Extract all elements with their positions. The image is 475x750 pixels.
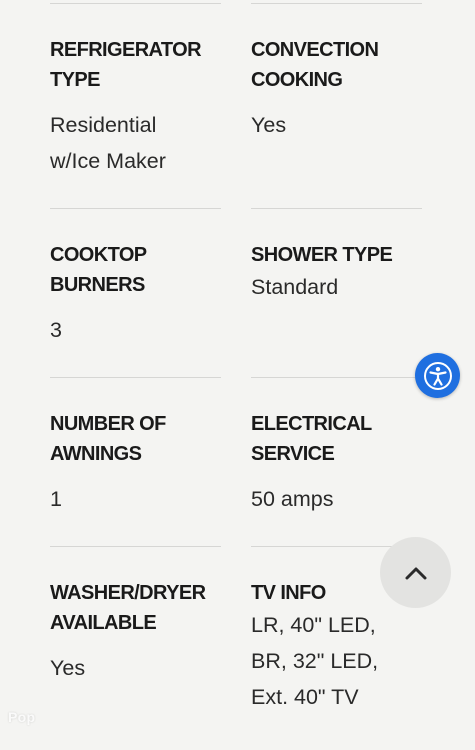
spec-label: CONVECTION COOKING	[251, 39, 379, 91]
spec-shower-type: SHOWER TYPE Standard	[251, 240, 436, 305]
scroll-to-top-button[interactable]	[380, 537, 451, 608]
spec-label: NUMBER OF AWNINGS	[50, 413, 166, 465]
spec-number-of-awnings: NUMBER OF AWNINGS 1	[50, 409, 235, 517]
spec-convection-cooking: CONVECTION COOKING Yes	[251, 35, 436, 143]
spec-value: LR, 40" LED, BR, 32" LED, Ext. 40" TV	[251, 613, 379, 709]
spec-value: Standard	[251, 275, 339, 299]
spec-label: ELECTRICAL SERVICE	[251, 413, 372, 465]
spec-value: Yes	[251, 113, 287, 137]
row-divider	[50, 3, 221, 4]
spec-label: SHOWER TYPE	[251, 244, 393, 266]
row-divider	[251, 377, 422, 378]
row-divider	[251, 3, 422, 4]
spec-value: Yes	[50, 656, 86, 680]
spec-label: COOKTOP BURNERS	[50, 244, 147, 296]
spec-value: Residential w/Ice Maker	[50, 113, 166, 173]
spec-washer-dryer-available: WASHER/DRYER AVAILABLE Yes	[50, 578, 235, 686]
spec-electrical-service: ELECTRICAL SERVICE 50 amps	[251, 409, 436, 517]
watermark: Pop	[8, 709, 36, 725]
spec-value: 1	[50, 487, 62, 511]
spec-refrigerator-type: REFRIGERATOR TYPE Residential w/Ice Make…	[50, 35, 235, 179]
spec-value: 50 amps	[251, 487, 334, 511]
spec-label: WASHER/DRYER AVAILABLE	[50, 582, 206, 634]
accessibility-icon	[423, 361, 453, 391]
chevron-up-icon	[404, 565, 428, 581]
row-divider	[251, 208, 422, 209]
row-divider	[50, 377, 221, 378]
row-divider	[50, 208, 221, 209]
spec-cooktop-burners: COOKTOP BURNERS 3	[50, 240, 235, 348]
spec-value: 3	[50, 318, 62, 342]
row-divider	[50, 546, 221, 547]
accessibility-button[interactable]	[415, 353, 460, 398]
spec-label: REFRIGERATOR TYPE	[50, 39, 202, 91]
